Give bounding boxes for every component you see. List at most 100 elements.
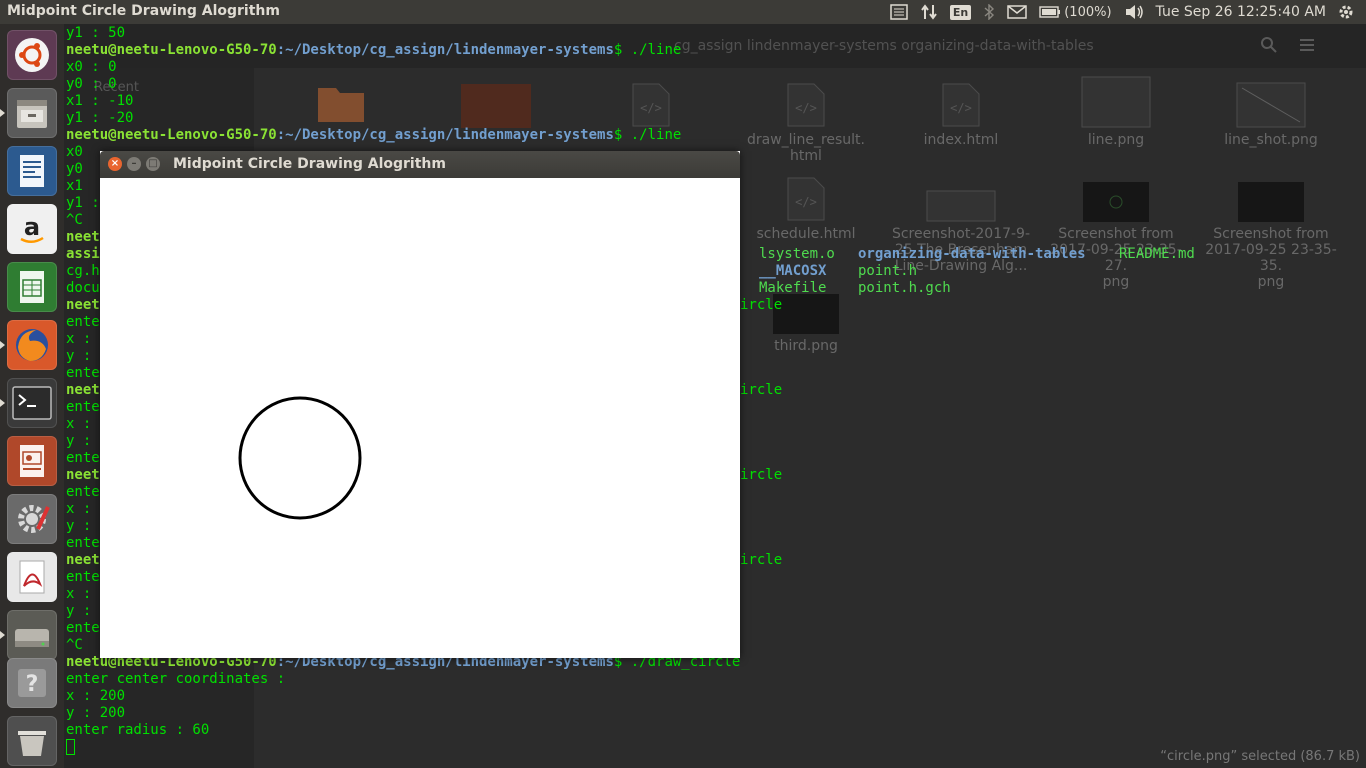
files-icon[interactable] <box>0 88 57 138</box>
help-icon[interactable]: ? <box>7 658 57 708</box>
window-titlebar[interactable]: × – □ Midpoint Circle Drawing Alogrithm <box>100 151 740 178</box>
volume-icon[interactable] <box>1124 0 1144 24</box>
battery-indicator[interactable]: (100%) <box>1039 0 1112 24</box>
term-line: y1 : -20 <box>66 110 134 126</box>
term-fragment: ircle <box>740 382 783 398</box>
network-arrows-icon[interactable] <box>920 0 938 24</box>
minimize-button[interactable]: – <box>127 157 141 171</box>
term-line: enter center coordinates : <box>66 671 286 687</box>
term-line: ente <box>66 569 100 585</box>
ls-entry: lsystem.o <box>759 246 835 262</box>
term-line: neet <box>66 552 100 568</box>
power-gear-icon[interactable] <box>1338 0 1354 24</box>
term-line: cg.h <box>66 263 100 279</box>
firefox-icon[interactable] <box>0 320 57 370</box>
launcher: a ? <box>0 24 64 768</box>
term-line: x : <box>66 331 92 347</box>
circle-drawing-window: × – □ Midpoint Circle Drawing Alogrithm <box>100 151 740 658</box>
term-line: y1 : 50 <box>66 25 126 41</box>
ls-entry: organizing-data-with-tables <box>858 246 1086 262</box>
term-line: y : <box>66 603 92 619</box>
clock[interactable]: Tue Sep 26 12:25:40 AM <box>1156 0 1326 24</box>
term-line: ente <box>66 399 100 415</box>
ubuntu-dash-icon[interactable] <box>7 30 57 80</box>
term-line: y1 : <box>66 195 100 211</box>
battery-icon <box>1039 6 1061 18</box>
term-line: y0 <box>66 161 83 177</box>
writer-icon[interactable] <box>7 146 57 196</box>
minimize-icon: – <box>131 158 137 169</box>
term-line: docu <box>66 280 100 296</box>
calc-icon[interactable] <box>7 262 57 312</box>
term-line: ente <box>66 484 100 500</box>
terminal-cursor <box>66 739 75 755</box>
term-line: ente <box>66 365 100 381</box>
drawn-circle <box>238 396 362 520</box>
close-button[interactable]: × <box>108 157 122 171</box>
term-prompt-line: neetu@neetu-Lenovo-G50-70:~/Desktop/cg_a… <box>66 127 681 144</box>
document-viewer-icon[interactable] <box>7 552 57 602</box>
close-icon: × <box>110 158 120 169</box>
term-line: neet <box>66 382 100 398</box>
removable-drive-icon[interactable] <box>0 610 57 660</box>
term-line: y : <box>66 348 92 364</box>
battery-percent: (100%) <box>1064 4 1112 20</box>
window-title: Midpoint Circle Drawing Alogrithm <box>173 156 446 172</box>
term-line: x : <box>66 416 92 432</box>
prompt-user-host: neetu@neetu-Lenovo-G50-70 <box>66 42 277 58</box>
prompt-command: $ ./line <box>613 42 682 58</box>
term-line: y : 200 <box>66 705 126 721</box>
svg-text:a: a <box>24 213 40 241</box>
svg-text:?: ? <box>26 672 39 697</box>
term-prompt-line: neetu@neetu-Lenovo-G50-70:~/Desktop/cg_a… <box>66 42 681 59</box>
amazon-icon[interactable]: a <box>7 204 57 254</box>
term-line: x : <box>66 586 92 602</box>
mail-icon[interactable] <box>1007 0 1027 24</box>
menu-lines-icon[interactable] <box>890 0 908 24</box>
term-line: x : <box>66 501 92 517</box>
term-line: x0 <box>66 144 83 160</box>
keyboard-layout-indicator[interactable]: En <box>949 4 972 20</box>
term-line: ^C <box>66 212 83 228</box>
indicator-area: En (100%) Tue Sep 26 12:25:40 AM <box>890 0 1366 24</box>
prompt-command: $ ./line <box>613 127 682 143</box>
bluetooth-icon[interactable] <box>983 0 995 24</box>
term-line: ente <box>66 450 100 466</box>
terminal-icon[interactable] <box>0 378 57 428</box>
system-settings-icon[interactable] <box>7 494 57 544</box>
ls-entry: Makefile <box>759 280 827 296</box>
prompt-user-host: neetu@neetu-Lenovo-G50-70 <box>66 127 277 143</box>
ls-entry: point.h.gch <box>858 280 951 296</box>
canvas-svg <box>238 396 362 520</box>
impress-icon[interactable] <box>7 436 57 486</box>
maximize-icon: □ <box>148 158 158 169</box>
term-line: x1 <box>66 178 83 194</box>
maximize-button[interactable]: □ <box>146 157 160 171</box>
ls-entry: README.md <box>1119 246 1195 262</box>
term-line: y : <box>66 518 92 534</box>
ls-entry: point.h <box>858 263 918 279</box>
term-line: x1 : -10 <box>66 93 134 109</box>
prompt-path: :~/Desktop/cg_assign/lindenmayer-systems <box>276 127 614 143</box>
drawing-canvas[interactable] <box>100 178 740 658</box>
term-line: neet <box>66 229 100 245</box>
term-line: y0 : 0 <box>66 76 117 92</box>
term-line: assi <box>66 246 100 262</box>
active-window-title: Midpoint Circle Drawing Alogrithm <box>7 3 280 19</box>
top-panel: Midpoint Circle Drawing Alogrithm En (10… <box>0 0 1366 24</box>
ls-entry: __MACOSX <box>759 263 827 279</box>
term-line: ente <box>66 314 100 330</box>
term-fragment: ircle <box>740 552 783 568</box>
trash-icon[interactable] <box>7 716 57 766</box>
term-line: ^C <box>66 637 83 653</box>
term-line: x0 : 0 <box>66 59 117 75</box>
term-fragment: ircle <box>740 297 783 313</box>
term-fragment: ircle <box>740 467 783 483</box>
term-line: enter radius : 60 <box>66 722 210 738</box>
term-line: ente <box>66 620 100 636</box>
term-line: ente <box>66 535 100 551</box>
term-line: y : <box>66 433 92 449</box>
prompt-path: :~/Desktop/cg_assign/lindenmayer-systems <box>276 42 614 58</box>
term-cursor-line <box>66 739 75 757</box>
term-line: x : 200 <box>66 688 126 704</box>
